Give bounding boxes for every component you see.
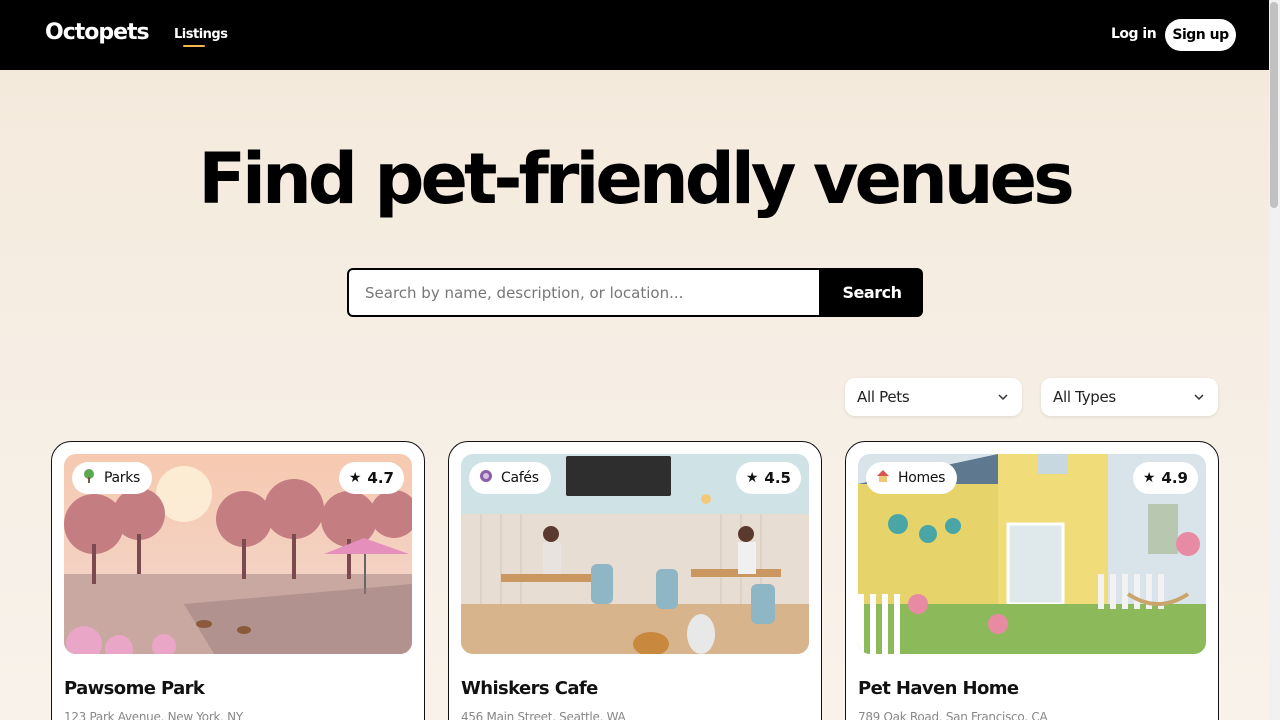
house-icon	[876, 469, 890, 487]
category-label: Cafés	[501, 470, 539, 486]
listing-title[interactable]: Whiskers Cafe	[461, 678, 598, 699]
listing-title[interactable]: Pawsome Park	[64, 678, 205, 699]
tree-icon	[82, 469, 96, 487]
type-filter-label: All Types	[1053, 388, 1116, 406]
nav-listings-link[interactable]: Listings	[174, 27, 228, 42]
pet-filter-label: All Pets	[857, 388, 910, 406]
search-button[interactable]: Search	[821, 268, 923, 317]
rating-value: 4.7	[367, 469, 394, 487]
active-nav-indicator	[183, 45, 205, 47]
listing-address: 789 Oak Road, San Francisco, CA	[858, 710, 1048, 720]
star-icon: ★	[1142, 470, 1156, 486]
login-link[interactable]: Log in	[1111, 26, 1157, 42]
listing-title[interactable]: Pet Haven Home	[858, 678, 1019, 699]
rating-badge: ★ 4.7	[338, 462, 404, 494]
listing-card[interactable]: Parks ★ 4.7 Pawsome Park 123 Park Avenue…	[51, 441, 425, 720]
category-badge: Cafés	[469, 462, 551, 494]
logo[interactable]: Octopets	[45, 20, 150, 45]
listing-address: 123 Park Avenue, New York, NY	[64, 710, 243, 720]
search-input[interactable]	[347, 268, 821, 317]
listing-card[interactable]: Cafés ★ 4.5 Whiskers Cafe 456 Main Stree…	[448, 441, 822, 720]
category-label: Homes	[898, 470, 946, 486]
type-filter-select[interactable]: All Types	[1041, 378, 1218, 416]
rating-badge: ★ 4.9	[1132, 462, 1198, 494]
category-label: Parks	[104, 470, 141, 486]
hero-title: Find pet-friendly venues	[198, 138, 1075, 220]
scrollbar-thumb[interactable]	[1270, 2, 1278, 208]
star-icon: ★	[745, 470, 759, 486]
rating-value: 4.9	[1161, 469, 1188, 487]
rating-value: 4.5	[764, 469, 791, 487]
top-navbar: Octopets Listings Log in Sign up	[0, 0, 1269, 70]
star-icon: ★	[348, 470, 362, 486]
chevron-down-icon	[998, 394, 1008, 401]
listing-address: 456 Main Street, Seattle, WA	[461, 710, 626, 720]
signup-button[interactable]: Sign up	[1165, 19, 1236, 51]
search-bar: Search	[347, 268, 923, 317]
category-badge: Homes	[866, 462, 958, 494]
listing-card[interactable]: Homes ★ 4.9 Pet Haven Home 789 Oak Road,…	[845, 441, 1219, 720]
chevron-down-icon	[1194, 394, 1204, 401]
page-scrollbar[interactable]	[1269, 0, 1280, 720]
category-badge: Parks	[72, 462, 153, 494]
rating-badge: ★ 4.5	[735, 462, 801, 494]
pet-filter-select[interactable]: All Pets	[845, 378, 1022, 416]
coffee-icon	[479, 469, 493, 487]
